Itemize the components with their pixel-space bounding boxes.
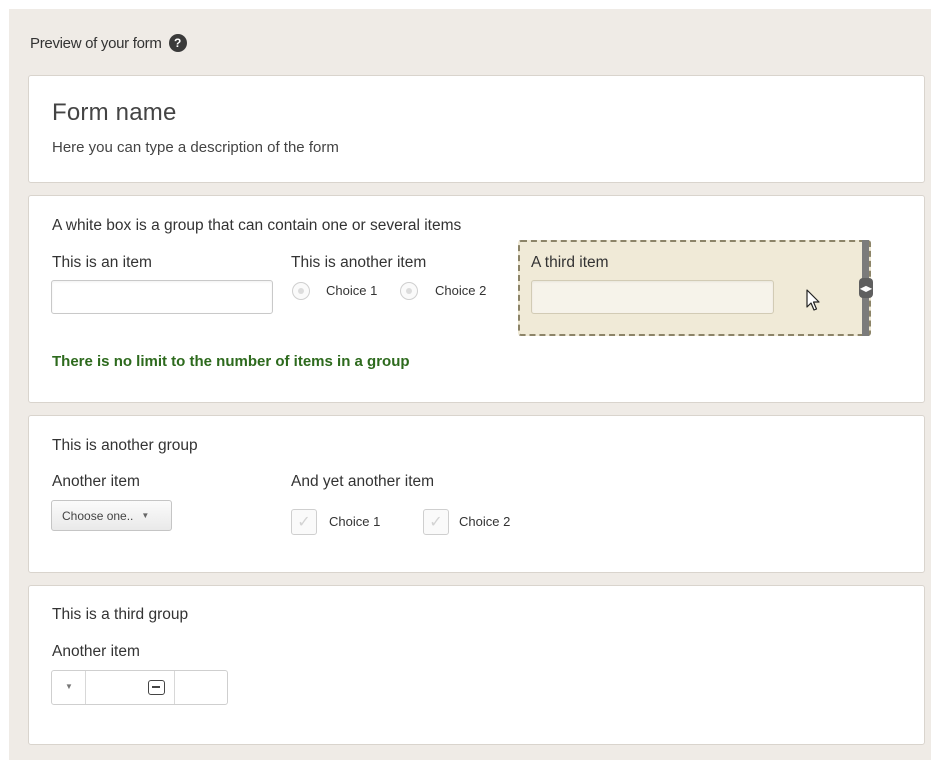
text-input-third-item[interactable] [531, 280, 774, 314]
preview-header: Preview of your form ? [30, 34, 187, 52]
question-circle-icon[interactable]: ? [168, 34, 187, 52]
dropdown-arrow-icon[interactable]: ▼ [65, 682, 73, 691]
checkbox-choice-2-label: Choice 2 [459, 514, 511, 529]
select-value: Choose one.. [62, 508, 134, 523]
checkbox-choice-1[interactable]: ✓ [291, 509, 317, 535]
group-note: There is no limit to the number of items… [52, 353, 410, 370]
checkbox-choice-1-label: Choice 1 [329, 514, 381, 529]
radio-choice-2-label: Choice 2 [435, 283, 487, 298]
choose-one-select[interactable]: Choose one.. ▼ [51, 500, 172, 531]
group-1-title: A white box is a group that can contain … [52, 217, 462, 234]
item-label: And yet another item [291, 473, 435, 490]
form-name: Form name [52, 99, 177, 126]
item-label: Another item [52, 643, 140, 660]
dropdown-arrow-icon: ▼ [141, 511, 150, 520]
field-divider [174, 671, 175, 704]
minus-icon[interactable] [148, 680, 165, 695]
field-divider [85, 671, 86, 704]
compound-time-input[interactable]: ▼ [51, 670, 228, 705]
form-description: Here you can type a description of the f… [52, 139, 339, 156]
resize-grip-icon[interactable]: ◀▶ [859, 278, 873, 298]
preview-title: Preview of your form [30, 34, 162, 52]
group-3-title: This is a third group [52, 606, 189, 623]
radio-choice-2[interactable] [400, 282, 418, 300]
item-label: This is another item [291, 254, 427, 271]
radio-choice-1[interactable] [292, 282, 310, 300]
form-header-box[interactable] [28, 75, 925, 183]
item-label: A third item [531, 254, 609, 271]
group-2-title: This is another group [52, 437, 198, 454]
text-input-item[interactable] [51, 280, 273, 314]
mouse-cursor-icon [806, 289, 820, 311]
checkbox-choice-2[interactable]: ✓ [423, 509, 449, 535]
item-label: Another item [52, 473, 140, 490]
radio-choice-1-label: Choice 1 [326, 283, 378, 298]
item-label: This is an item [52, 254, 152, 271]
